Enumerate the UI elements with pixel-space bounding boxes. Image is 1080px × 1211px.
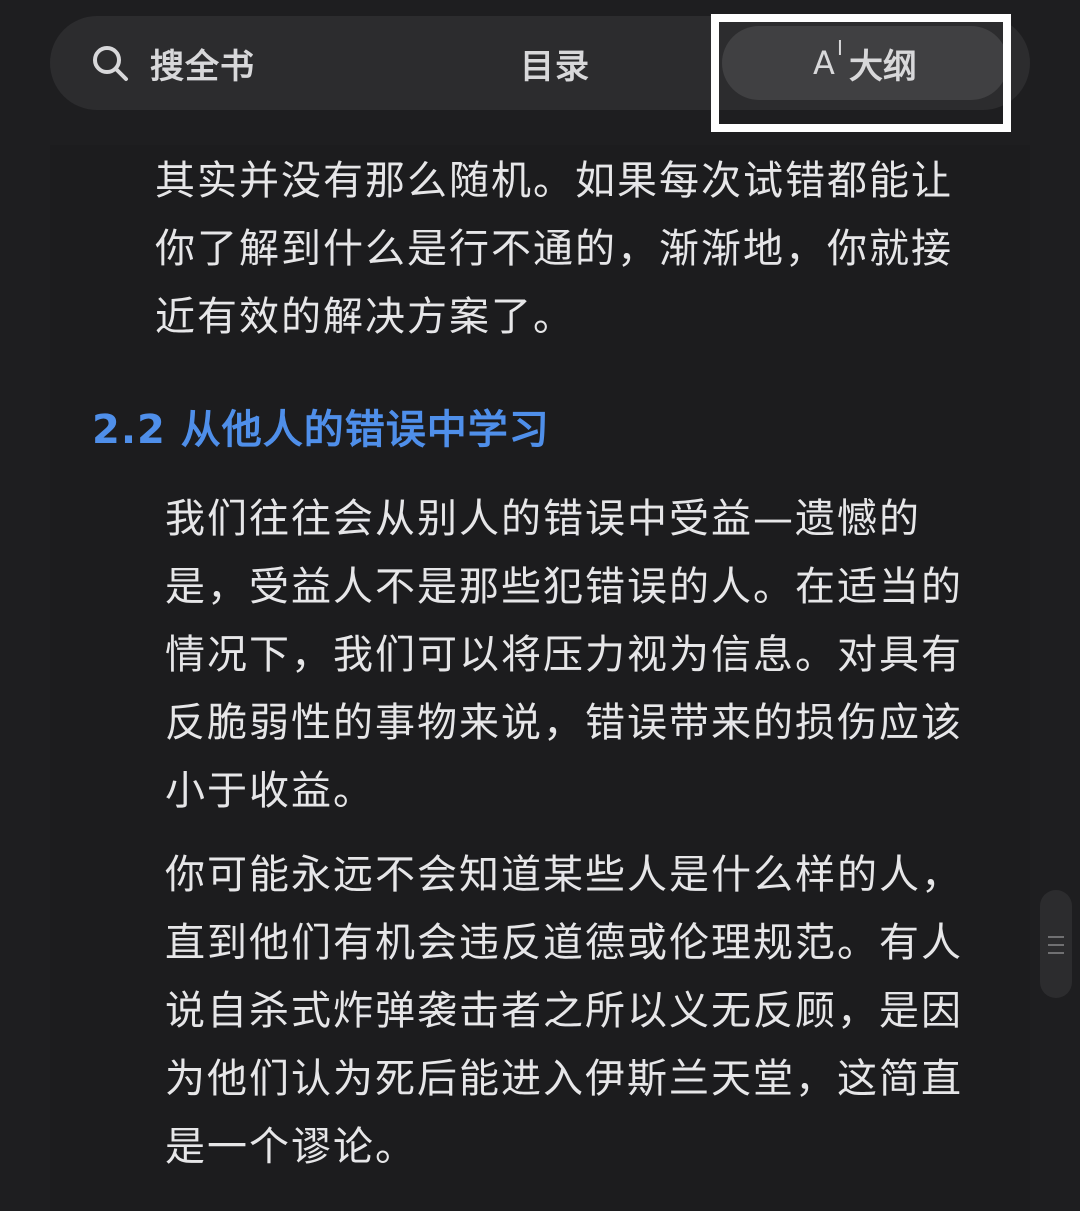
body-paragraph: 其实并没有那么随机。如果每次试错都能让你了解到什么是行不通的，渐渐地，你就接近有… <box>155 158 953 340</box>
highlight-frame <box>711 14 1011 132</box>
scrollbar-handle[interactable] <box>1040 890 1072 998</box>
body-paragraph: 我们往往会从别人的错误中受益—遗憾的是，受益人不是那些犯错误的人。在适当的情况下… <box>165 496 963 814</box>
tab-toc-label: 目录 <box>520 46 590 87</box>
search-book-label: 搜全书 <box>150 46 255 87</box>
search-icon <box>93 46 128 81</box>
tab-toc[interactable]: 目录 <box>505 16 605 110</box>
reading-content: 其实并没有那么随机。如果每次试错都能让你了解到什么是行不通的，渐渐地，你就接近有… <box>50 145 1030 1211</box>
section-heading: 2.2 从他人的错误中学习 <box>92 407 550 453</box>
search-book-button[interactable]: 搜全书 <box>90 16 255 110</box>
body-paragraph: 你可能永远不会知道某些人是什么样的人，直到他们有机会违反道德或伦理规范。有人说自… <box>165 852 963 1170</box>
